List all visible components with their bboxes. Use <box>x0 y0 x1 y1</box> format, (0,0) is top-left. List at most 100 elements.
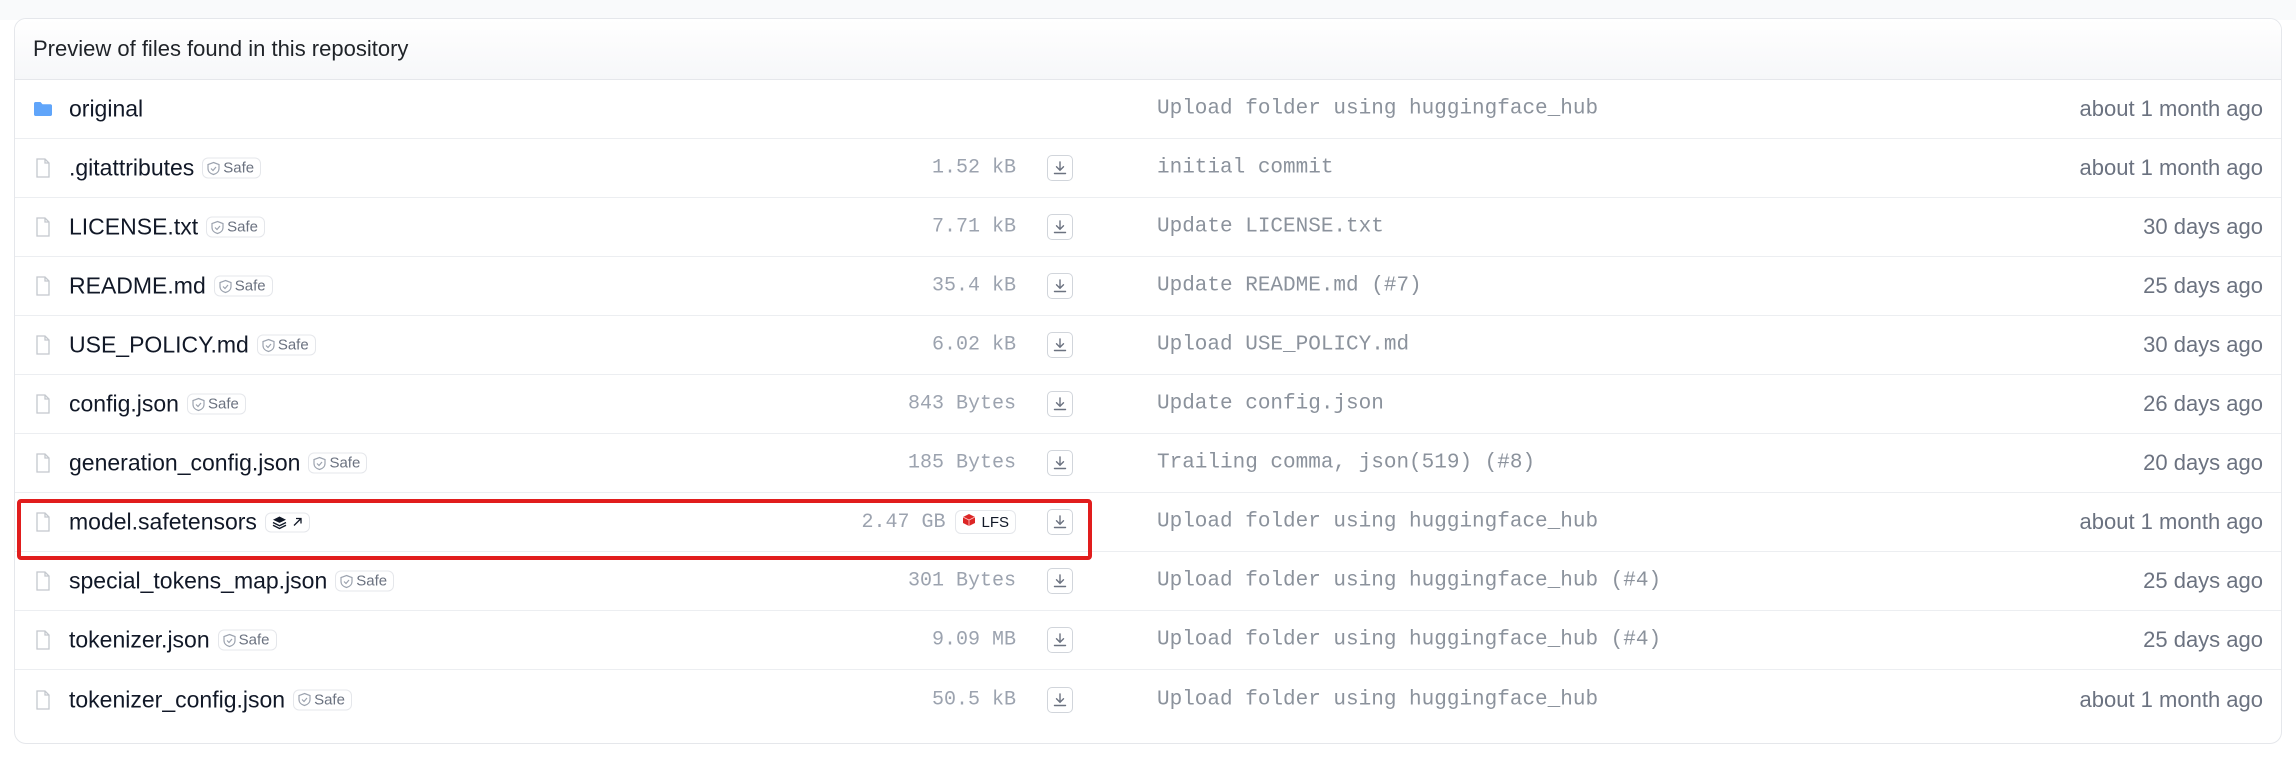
download-icon <box>1053 397 1067 411</box>
file-size: 7.71 kB <box>931 215 1016 239</box>
commit-message-link[interactable]: Upload folder using huggingface_hub (#4) <box>1157 629 1661 652</box>
file-name-cell: README.md Safe <box>69 273 273 300</box>
file-row[interactable]: tokenizer.json Safe 9.09 MB Upload folder u… <box>15 611 2281 670</box>
top-strip <box>0 0 2296 20</box>
commit-message-link[interactable]: Update LICENSE.txt <box>1157 216 1384 239</box>
file-size-cell: 301 Bytes <box>908 570 1016 593</box>
safe-badge[interactable]: Safe <box>335 570 395 592</box>
file-size: 301 Bytes <box>907 569 1016 593</box>
panel-title: Preview of files found in this repositor… <box>33 36 409 61</box>
file-size-cell: 843 Bytes <box>908 393 1016 416</box>
commit-message-link[interactable]: Update README.md (#7) <box>1157 275 1422 298</box>
file-size-cell: 185 Bytes <box>908 452 1016 475</box>
shield-check-icon <box>313 456 327 470</box>
file-icon <box>33 392 53 416</box>
download-button[interactable] <box>1047 627 1073 653</box>
file-row[interactable]: tokenizer_config.json Safe 50.5 kB Upload f… <box>15 670 2281 729</box>
file-row[interactable]: README.md Safe 35.4 kB Update README.md (#7… <box>15 257 2281 316</box>
file-icon <box>33 274 53 298</box>
folder-row[interactable]: original Upload folder using huggingface_… <box>15 80 2281 139</box>
safe-badge-label: Safe <box>329 454 361 472</box>
file-size-cell: 7.71 kB <box>932 216 1016 239</box>
commit-message-link[interactable]: Update config.json <box>1157 393 1384 416</box>
download-button[interactable] <box>1047 568 1073 594</box>
file-name-cell: original <box>69 96 143 123</box>
file-name-cell: generation_config.json Safe <box>69 450 368 477</box>
commit-message-link[interactable]: Upload folder using huggingface_hub <box>1157 511 1598 534</box>
file-name-link[interactable]: model.safetensors <box>69 509 257 536</box>
file-size: 843 Bytes <box>907 392 1016 416</box>
file-name-link[interactable]: LICENSE.txt <box>69 214 198 241</box>
safe-badge-label: Safe <box>227 218 258 236</box>
file-row[interactable]: .gitattributes Safe 1.52 kB initial commit a… <box>15 139 2281 198</box>
file-size: 6.02 kB <box>931 333 1016 357</box>
commit-date: 25 days ago <box>2143 568 2263 593</box>
file-row[interactable]: USE_POLICY.md Safe 6.02 kB Upload USE_POLIC… <box>15 316 2281 375</box>
commit-message-link[interactable]: Upload folder using huggingface_hub (#4) <box>1157 570 1661 593</box>
file-size-cell: 35.4 kB <box>932 275 1016 298</box>
lfs-label: LFS <box>981 513 1009 531</box>
file-name-cell: USE_POLICY.md Safe <box>69 332 316 359</box>
safe-badge[interactable]: Safe <box>202 157 262 179</box>
file-row[interactable]: LICENSE.txt Safe 7.71 kB Update LICENSE.txt… <box>15 198 2281 257</box>
safe-badge[interactable]: Safe <box>217 629 277 651</box>
download-icon <box>1053 515 1067 529</box>
lfs-badge[interactable]: LFS <box>955 510 1016 534</box>
file-size: 185 Bytes <box>907 451 1016 475</box>
file-name-link[interactable]: special_tokens_map.json <box>69 568 327 595</box>
file-name-link[interactable]: USE_POLICY.md <box>69 332 249 359</box>
download-icon <box>1053 161 1067 175</box>
commit-date: about 1 month ago <box>2079 96 2263 121</box>
safe-badge[interactable]: Safe <box>213 275 273 297</box>
file-name-link[interactable]: config.json <box>69 391 179 418</box>
download-icon <box>1053 220 1067 234</box>
file-row[interactable]: generation_config.json Safe 185 Bytes Trail… <box>15 434 2281 493</box>
safe-badge[interactable]: Safe <box>256 334 316 356</box>
file-icon <box>33 156 53 180</box>
file-row[interactable]: special_tokens_map.json Safe 301 Bytes Uplo… <box>15 552 2281 611</box>
xet-badge[interactable] <box>264 512 310 532</box>
safe-badge[interactable]: Safe <box>206 216 265 238</box>
download-button[interactable] <box>1047 332 1073 358</box>
commit-date: 30 days ago <box>2143 214 2263 239</box>
shield-check-icon <box>192 397 205 411</box>
commit-message-link[interactable]: Trailing comma, json(519) (#8) <box>1157 452 1535 475</box>
commit-message-link[interactable]: Upload folder using huggingface_hub <box>1157 98 1598 121</box>
file-name-link[interactable]: tokenizer_config.json <box>69 686 285 713</box>
file-name-cell: model.safetensors <box>69 509 310 536</box>
safe-badge[interactable]: Safe <box>186 393 246 415</box>
download-button[interactable] <box>1047 155 1073 181</box>
layers-icon <box>272 515 287 529</box>
safe-badge[interactable]: Safe <box>293 689 352 710</box>
file-size: 2.47 GB <box>861 510 946 534</box>
safe-badge[interactable]: Safe <box>308 452 368 474</box>
commit-message-link[interactable]: Upload USE_POLICY.md <box>1157 334 1409 357</box>
file-size: 9.09 MB <box>931 628 1016 652</box>
file-name-cell: config.json Safe <box>69 391 246 418</box>
download-button[interactable] <box>1047 450 1073 476</box>
files-preview-panel: Preview of files found in this repositor… <box>14 18 2282 744</box>
file-name-link[interactable]: README.md <box>69 273 206 300</box>
file-name-link[interactable]: .gitattributes <box>69 155 194 182</box>
file-name-link[interactable]: generation_config.json <box>69 450 300 477</box>
file-list: original Upload folder using huggingface_… <box>15 80 2281 729</box>
commit-date: 26 days ago <box>2143 391 2263 416</box>
commit-message-link[interactable]: Upload folder using huggingface_hub <box>1157 688 1598 711</box>
file-icon <box>33 510 53 534</box>
file-name-link[interactable]: original <box>69 96 143 123</box>
commit-message-link[interactable]: initial commit <box>1157 157 1333 180</box>
download-icon <box>1053 279 1067 293</box>
file-size: 35.4 kB <box>931 274 1016 298</box>
commit-date: 20 days ago <box>2143 450 2263 475</box>
file-size-cell: 1.52 kB <box>932 157 1016 180</box>
download-button[interactable] <box>1047 509 1073 535</box>
file-row[interactable]: config.json Safe 843 Bytes Update config.js… <box>15 375 2281 434</box>
download-button[interactable] <box>1047 686 1073 713</box>
download-button[interactable] <box>1047 214 1073 240</box>
download-button[interactable] <box>1047 273 1073 299</box>
download-button[interactable] <box>1047 391 1073 417</box>
safe-badge-label: Safe <box>223 159 255 177</box>
file-name-link[interactable]: tokenizer.json <box>69 627 210 654</box>
shield-check-icon <box>211 220 224 234</box>
file-row[interactable]: model.safetensors 2.47 GB LFS Upload folder… <box>15 493 2281 552</box>
